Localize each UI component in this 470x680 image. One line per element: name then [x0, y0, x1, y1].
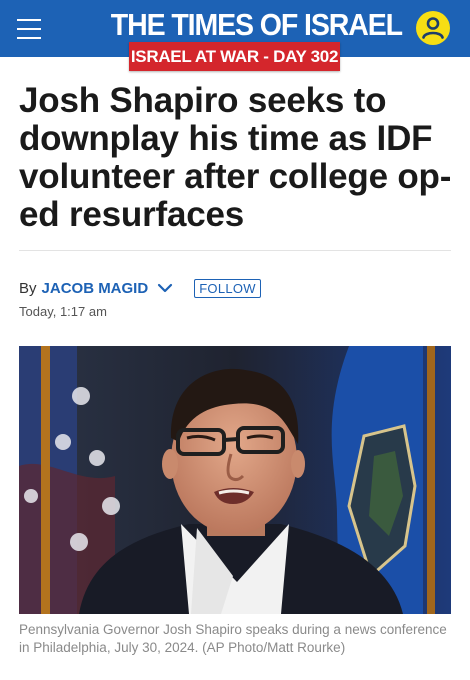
user-avatar-icon[interactable] — [416, 11, 450, 45]
chevron-down-icon[interactable] — [157, 283, 173, 293]
hamburger-menu-icon[interactable] — [17, 19, 41, 39]
publish-timestamp: Today, 1:17 am — [19, 304, 107, 319]
headline-divider — [19, 250, 451, 251]
byline: By JACOB MAGID FOLLOW — [19, 277, 261, 299]
war-day-banner[interactable]: ISRAEL AT WAR - DAY 302 — [129, 42, 340, 71]
article-headline: Josh Shapiro seeks to downplay his time … — [19, 81, 452, 234]
photo-caption: Pennsylvania Governor Josh Shapiro speak… — [19, 622, 447, 655]
author-name-link[interactable]: JACOB MAGID — [42, 280, 149, 297]
follow-button[interactable]: FOLLOW — [194, 278, 261, 298]
site-logo[interactable]: THE TIMES OF ISRAEL — [111, 7, 403, 43]
byline-prefix: By — [19, 279, 37, 297]
article-photo[interactable] — [19, 346, 451, 614]
